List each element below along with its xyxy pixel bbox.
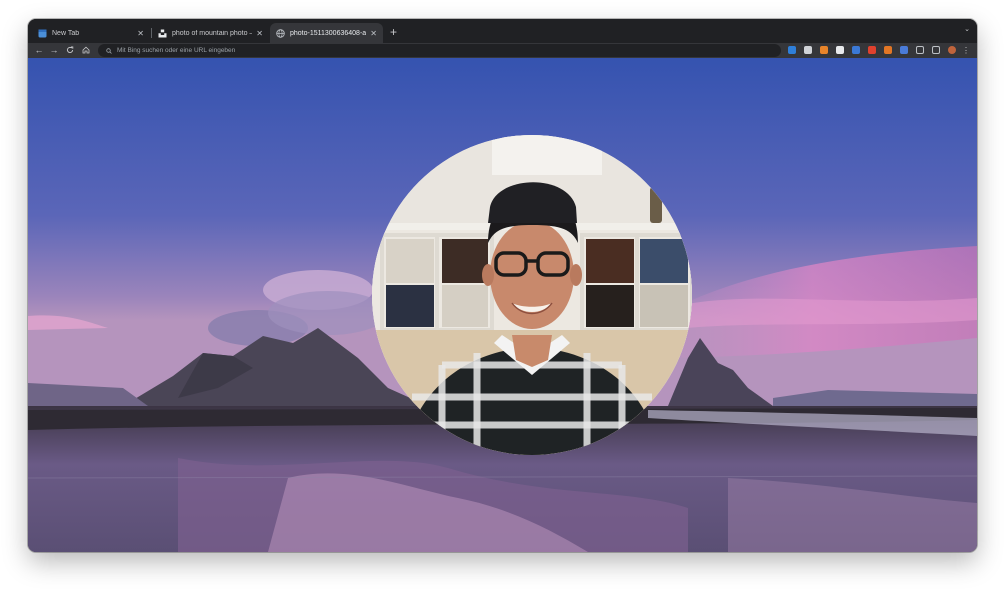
- toolbar: ← → Mit Bing suchen oder eine URL eingeb…: [28, 43, 977, 58]
- outlook-ext-icon[interactable]: [788, 46, 796, 54]
- tab-photo[interactable]: photo-1511300636408-a63a8 ✕: [270, 23, 383, 43]
- bracket-ext-icon[interactable]: [852, 46, 860, 54]
- menu-button[interactable]: ⋮: [960, 44, 972, 56]
- reload-icon: [66, 46, 74, 54]
- home-icon: [82, 46, 90, 54]
- sidebar-icon[interactable]: [932, 46, 940, 54]
- forward-button[interactable]: →: [48, 44, 60, 56]
- browser-window: New Tab ✕ photo of mountain photo – Fre …: [28, 19, 977, 552]
- close-icon[interactable]: ✕: [137, 29, 144, 38]
- tab-title: photo-1511300636408-a63a8: [290, 29, 367, 37]
- profile-avatar[interactable]: [948, 46, 956, 54]
- address-placeholder: Mit Bing suchen oder eine URL eingeben: [117, 47, 236, 54]
- home-button[interactable]: [80, 44, 92, 56]
- close-icon[interactable]: ✕: [256, 29, 263, 38]
- tab-strip: New Tab ✕ photo of mountain photo – Fre …: [28, 19, 977, 43]
- tab-title: photo of mountain photo – Fre: [172, 29, 252, 37]
- tab-new-tab[interactable]: New Tab ✕: [32, 23, 150, 43]
- puzzle-icon[interactable]: [916, 46, 924, 54]
- back-button[interactable]: ←: [33, 44, 45, 56]
- unsplash-icon: [158, 29, 167, 38]
- close-icon[interactable]: ✕: [370, 29, 377, 38]
- globe-icon: [276, 28, 285, 38]
- tab-unsplash[interactable]: photo of mountain photo – Fre ✕: [152, 23, 269, 43]
- fox-ext-icon[interactable]: [820, 46, 828, 54]
- tab-title: New Tab: [52, 29, 80, 37]
- page-content: [28, 58, 977, 552]
- grid-ext-icon[interactable]: [804, 46, 812, 54]
- address-bar[interactable]: Mit Bing suchen oder eine URL eingeben: [98, 44, 781, 57]
- tab-search-button[interactable]: ⌄: [964, 25, 970, 33]
- reload-button[interactable]: [64, 44, 76, 56]
- shield-ext-icon[interactable]: [836, 46, 844, 54]
- blue-ext-icon[interactable]: [900, 46, 908, 54]
- circle-ext-icon[interactable]: [868, 46, 876, 54]
- new-tab-button[interactable]: +: [390, 25, 397, 39]
- webcam-overlay[interactable]: [372, 135, 692, 455]
- webcam-feed: [372, 135, 692, 455]
- new-tab-icon: [38, 29, 47, 38]
- search-icon: [106, 47, 112, 54]
- metamask-ext-icon[interactable]: [884, 46, 892, 54]
